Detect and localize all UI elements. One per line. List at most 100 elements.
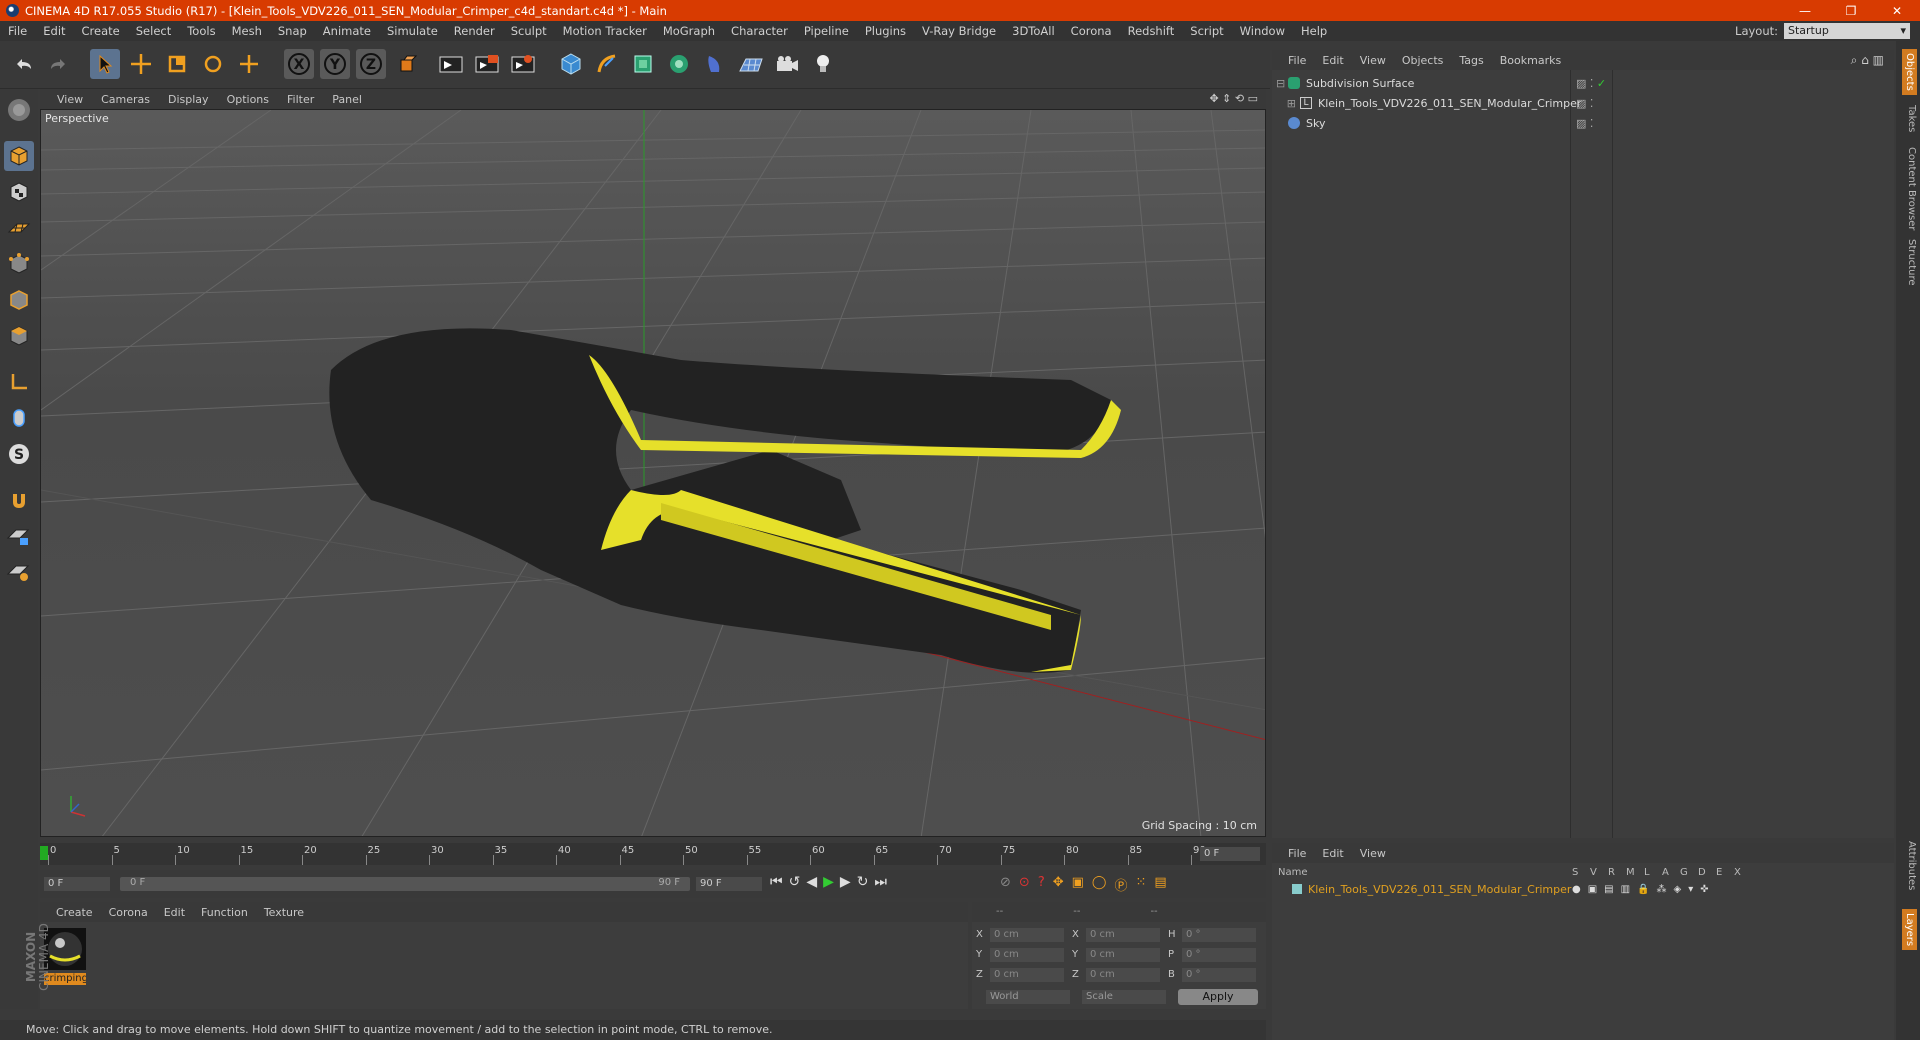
next-key-icon[interactable]: ↻ xyxy=(857,874,869,890)
pen-spline-icon[interactable] xyxy=(592,49,622,79)
menu-sculpt[interactable]: Sculpt xyxy=(503,24,555,38)
points-mode-icon[interactable] xyxy=(4,249,34,279)
coordinate-mode-dropdown[interactable]: Scale xyxy=(1082,990,1166,1004)
end-frame-field[interactable]: 90 F xyxy=(696,877,762,891)
viewport-nav-icons[interactable]: ✥ ⇕ ⟲ ▭ xyxy=(1209,92,1258,105)
rotate-tool-icon[interactable] xyxy=(198,49,228,79)
coord-value-field[interactable]: 0 cm xyxy=(1086,948,1160,962)
floor-grid-icon[interactable] xyxy=(736,49,766,79)
layer-menu-file[interactable]: File xyxy=(1280,847,1314,860)
current-frame-field[interactable]: 0 F xyxy=(1200,847,1260,861)
menu-render[interactable]: Render xyxy=(446,24,503,38)
live-transform-icon[interactable] xyxy=(234,49,264,79)
search-icon[interactable]: ⌕ xyxy=(1851,53,1858,67)
workplane-mode-icon[interactable] xyxy=(4,213,34,243)
material-menu-texture[interactable]: Texture xyxy=(256,906,312,919)
layer-row[interactable]: Klein_Tools_VDV226_011_SEN_Modular_Crimp… xyxy=(1272,881,1894,897)
home-icon[interactable]: ⌂ xyxy=(1861,53,1869,67)
render-picture-viewer-icon[interactable] xyxy=(472,49,502,79)
tweak-mode-icon[interactable] xyxy=(4,403,34,433)
object-menu-tags[interactable]: Tags xyxy=(1451,54,1491,67)
menu-redshift[interactable]: Redshift xyxy=(1120,24,1183,38)
filter-icon[interactable]: ▥ xyxy=(1873,53,1884,67)
keyframe-help-icon[interactable]: ? xyxy=(1038,875,1045,894)
key-rotation-icon[interactable]: ◯ xyxy=(1092,875,1107,894)
key-pla-icon[interactable]: ⁙ xyxy=(1136,875,1147,894)
move-tool-icon[interactable] xyxy=(126,49,156,79)
viewport-menu-filter[interactable]: Filter xyxy=(278,93,323,106)
locked-workplane-icon[interactable] xyxy=(4,521,34,551)
axis-mode-icon[interactable] xyxy=(4,367,34,397)
minimize-icon[interactable]: — xyxy=(1782,0,1828,21)
layer-toggles[interactable]: ●▣▤▥🔒⁂◈▾✜ xyxy=(1572,884,1716,895)
edges-mode-icon[interactable] xyxy=(4,285,34,315)
viewport-menu-panel[interactable]: Panel xyxy=(323,93,371,106)
menu-v-ray-bridge[interactable]: V-Ray Bridge xyxy=(914,24,1004,38)
cube-object-icon[interactable] xyxy=(556,49,586,79)
make-editable-icon[interactable] xyxy=(4,95,34,125)
close-icon[interactable]: ✕ xyxy=(1874,0,1920,21)
viewport-menu-view[interactable]: View xyxy=(48,93,92,106)
texture-mode-icon[interactable] xyxy=(4,177,34,207)
goto-end-icon[interactable]: ⏭ xyxy=(874,874,887,890)
autokey-icon[interactable]: ⊙ xyxy=(1019,875,1030,894)
menu-corona[interactable]: Corona xyxy=(1063,24,1120,38)
viewport-menu-display[interactable]: Display xyxy=(159,93,218,106)
menu-create[interactable]: Create xyxy=(74,24,128,38)
coord-value-field[interactable]: 0 cm xyxy=(1086,928,1160,942)
object-menu-edit[interactable]: Edit xyxy=(1314,54,1351,67)
menu-help[interactable]: Help xyxy=(1293,24,1335,38)
object-row-subdivision[interactable]: ⊟ Subdivision Surface ▨ ⁚ ✓ xyxy=(1276,74,1876,92)
apply-button[interactable]: Apply xyxy=(1178,989,1258,1005)
tab-layers[interactable]: Layers xyxy=(1902,909,1917,951)
menu-animate[interactable]: Animate xyxy=(315,24,379,38)
model-mode-icon[interactable] xyxy=(4,141,34,171)
object-row-crimper[interactable]: ⊞ L Klein_Tools_VDV226_011_SEN_Modular_C… xyxy=(1276,94,1876,112)
key-param-icon[interactable]: Ⓟ xyxy=(1114,875,1127,894)
menu-file[interactable]: File xyxy=(0,24,35,38)
key-scale-icon[interactable]: ▣ xyxy=(1072,875,1084,894)
menu-pipeline[interactable]: Pipeline xyxy=(796,24,857,38)
menu-mograph[interactable]: MoGraph xyxy=(655,24,723,38)
object-menu-view[interactable]: View xyxy=(1352,54,1394,67)
layout-dropdown[interactable]: Startup xyxy=(1784,23,1910,39)
material-menu-edit[interactable]: Edit xyxy=(156,906,193,919)
menu-mesh[interactable]: Mesh xyxy=(224,24,270,38)
redo-icon[interactable] xyxy=(44,49,74,79)
range-slider[interactable]: 0 F 90 F xyxy=(120,877,690,891)
tab-objects[interactable]: Objects xyxy=(1902,49,1917,95)
tab-attributes[interactable]: Attributes xyxy=(1906,841,1917,890)
timeline-window-icon[interactable]: ▤ xyxy=(1154,875,1166,894)
material-menu-create[interactable]: Create xyxy=(48,906,101,919)
menu-window[interactable]: Window xyxy=(1232,24,1293,38)
coord-value-field[interactable]: 0 cm xyxy=(990,948,1064,962)
start-frame-field[interactable]: 0 F xyxy=(44,877,110,891)
coord-value-field[interactable]: 0 ° xyxy=(1182,928,1256,942)
visibility-dots[interactable]: ▨ ⁚ xyxy=(1576,97,1593,110)
menu-edit[interactable]: Edit xyxy=(35,24,73,38)
menu-tools[interactable]: Tools xyxy=(179,24,223,38)
material-menu-corona[interactable]: Corona xyxy=(101,906,156,919)
viewport-menu-cameras[interactable]: Cameras xyxy=(92,93,159,106)
x-axis-lock-icon[interactable]: X xyxy=(284,49,314,79)
polygons-mode-icon[interactable] xyxy=(4,321,34,351)
menu-3dtoall[interactable]: 3DToAll xyxy=(1004,24,1063,38)
object-menu-file[interactable]: File xyxy=(1280,54,1314,67)
y-axis-lock-icon[interactable]: Y xyxy=(320,49,350,79)
viewport-menu-options[interactable]: Options xyxy=(218,93,278,106)
timeline-ruler[interactable]: 051015202530354045505560657075808590 0 F xyxy=(40,843,1266,865)
coord-value-field[interactable]: 0 cm xyxy=(990,968,1064,982)
light-icon[interactable] xyxy=(808,49,838,79)
tab-takes[interactable]: Takes xyxy=(1906,105,1917,132)
record-keys-icon[interactable]: ⊘ xyxy=(1000,875,1011,894)
coord-value-field[interactable]: 0 ° xyxy=(1182,948,1256,962)
tab-structure[interactable]: Structure xyxy=(1906,239,1917,286)
coord-value-field[interactable]: 0 cm xyxy=(990,928,1064,942)
undo-icon[interactable] xyxy=(8,49,38,79)
prev-key-icon[interactable]: ↺ xyxy=(789,874,801,890)
play-icon[interactable]: ▶ xyxy=(823,874,834,890)
snap-icon[interactable]: S xyxy=(4,439,34,469)
menu-simulate[interactable]: Simulate xyxy=(379,24,446,38)
visibility-dots[interactable]: ▨ ⁚ xyxy=(1576,117,1593,130)
layer-menu-edit[interactable]: Edit xyxy=(1314,847,1351,860)
